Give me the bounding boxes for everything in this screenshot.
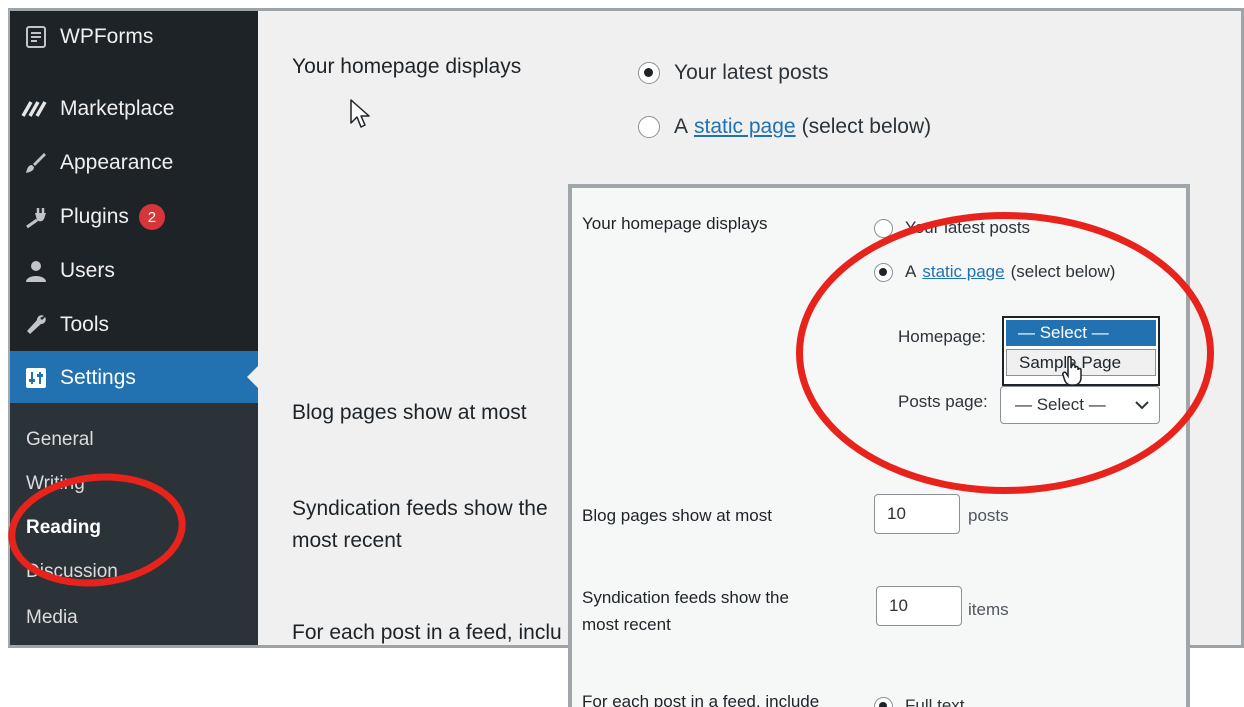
blog-pages-label: Blog pages show at most bbox=[292, 401, 527, 424]
static-page-suffix: (select below) bbox=[801, 115, 932, 138]
static-page-option[interactable]: A static page (select below) bbox=[638, 115, 931, 139]
feed-include-label: For each post in a feed, inclu bbox=[292, 621, 562, 644]
paintbrush-icon bbox=[10, 151, 60, 175]
submenu-media[interactable]: Media bbox=[26, 607, 78, 629]
plugins-update-badge: 2 bbox=[138, 204, 165, 230]
inset-syndication-label-line1: Syndication feeds show the bbox=[582, 588, 789, 607]
wrench-icon bbox=[10, 313, 60, 337]
full-text-radio[interactable] bbox=[874, 696, 893, 707]
inset-feed-include-label: For each post in a feed, include bbox=[582, 692, 820, 707]
latest-posts-option[interactable]: Your latest posts bbox=[638, 61, 829, 85]
inset-homepage-displays-label: Your homepage displays bbox=[582, 214, 768, 233]
menu-label: Settings bbox=[60, 366, 136, 389]
menu-label: Tools bbox=[60, 313, 110, 336]
menu-item-settings[interactable]: Settings bbox=[10, 351, 258, 405]
blog-pages-input[interactable]: 10 bbox=[874, 494, 960, 534]
blog-pages-unit: posts bbox=[968, 506, 1009, 525]
menu-label: Appearance bbox=[60, 151, 174, 174]
static-page-radio[interactable] bbox=[638, 116, 660, 138]
latest-posts-radio[interactable] bbox=[638, 62, 660, 84]
menu-item-plugins[interactable]: Plugins 2 bbox=[10, 191, 258, 243]
inset-syndication-label-line2: most recent bbox=[582, 615, 671, 634]
marketplace-icon bbox=[10, 100, 60, 118]
static-page-link[interactable]: static page bbox=[694, 115, 796, 139]
menu-item-wpforms[interactable]: WPForms bbox=[10, 11, 258, 63]
menu-item-users[interactable]: Users bbox=[10, 245, 258, 297]
active-menu-indicator bbox=[247, 366, 258, 388]
latest-posts-label: Your latest posts bbox=[674, 61, 829, 84]
syndication-label-line2: most recent bbox=[292, 529, 402, 552]
menu-label: Users bbox=[60, 259, 115, 282]
static-page-highlight-ellipse bbox=[796, 212, 1214, 494]
mouse-pointer-icon bbox=[350, 99, 370, 134]
syndication-items-unit: items bbox=[968, 600, 1009, 619]
menu-label: Marketplace bbox=[60, 97, 175, 120]
submenu-general[interactable]: General bbox=[26, 429, 94, 451]
menu-item-tools[interactable]: Tools bbox=[10, 299, 258, 351]
full-text-label: Full text bbox=[905, 696, 965, 707]
user-icon bbox=[10, 259, 60, 283]
syndication-items-input[interactable]: 10 bbox=[876, 586, 962, 626]
plug-icon bbox=[10, 205, 60, 229]
menu-label: WPForms bbox=[60, 25, 154, 48]
menu-label: Plugins bbox=[60, 205, 129, 228]
homepage-displays-label: Your homepage displays bbox=[292, 55, 522, 78]
menu-item-marketplace[interactable]: Marketplace bbox=[10, 83, 258, 135]
inset-blog-pages-label: Blog pages show at most bbox=[582, 506, 772, 525]
static-page-prefix: A bbox=[674, 115, 689, 138]
menu-item-appearance[interactable]: Appearance bbox=[10, 137, 258, 189]
wpforms-icon bbox=[10, 25, 60, 49]
settings-icon bbox=[10, 367, 60, 389]
syndication-label-line1: Syndication feeds show the bbox=[292, 497, 548, 520]
full-text-option[interactable]: Full text bbox=[874, 696, 965, 707]
